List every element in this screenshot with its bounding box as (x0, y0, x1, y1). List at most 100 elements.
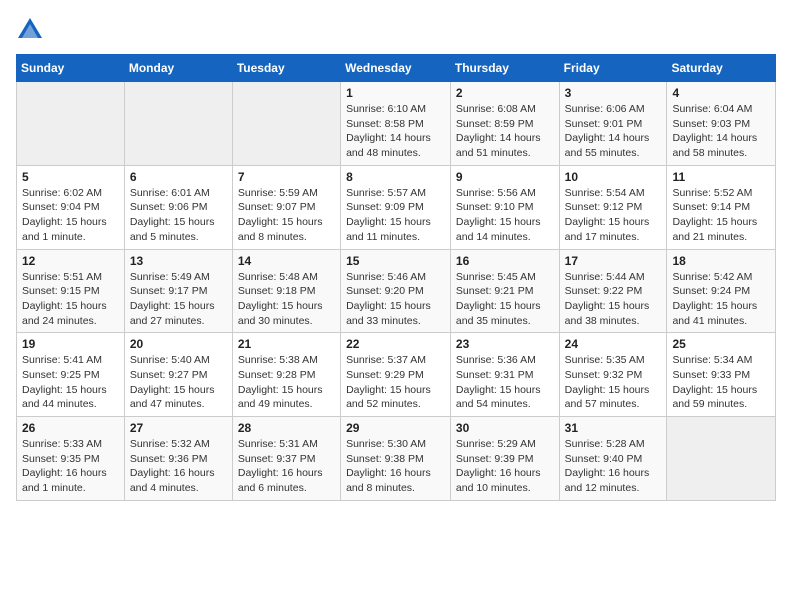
day-number: 5 (22, 170, 119, 184)
header-thursday: Thursday (450, 55, 559, 82)
day-number: 14 (238, 254, 335, 268)
calendar-cell: 24 Sunrise: 5:35 AMSunset: 9:32 PMDayligh… (559, 333, 667, 417)
day-number: 26 (22, 421, 119, 435)
calendar-cell: 14 Sunrise: 5:48 AMSunset: 9:18 PMDayligh… (232, 249, 340, 333)
day-number: 28 (238, 421, 335, 435)
day-info: Sunrise: 6:02 AMSunset: 9:04 PMDaylight:… (22, 186, 119, 245)
calendar-cell: 23 Sunrise: 5:36 AMSunset: 9:31 PMDayligh… (450, 333, 559, 417)
calendar-cell: 8 Sunrise: 5:57 AMSunset: 9:09 PMDaylight… (341, 165, 451, 249)
calendar-week-4: 19 Sunrise: 5:41 AMSunset: 9:25 PMDayligh… (17, 333, 776, 417)
day-info: Sunrise: 5:56 AMSunset: 9:10 PMDaylight:… (456, 186, 554, 245)
calendar-cell: 17 Sunrise: 5:44 AMSunset: 9:22 PMDayligh… (559, 249, 667, 333)
day-number: 27 (130, 421, 227, 435)
calendar-cell: 20Sunrise: 5:40 AMSunset: 9:27 PMDayligh… (124, 333, 232, 417)
calendar-cell: 12 Sunrise: 5:51 AMSunset: 9:15 PMDayligh… (17, 249, 125, 333)
day-number: 30 (456, 421, 554, 435)
day-info: Sunrise: 5:52 AMSunset: 9:14 PMDaylight:… (672, 186, 770, 245)
calendar-cell: 26 Sunrise: 5:33 AMSunset: 9:35 PMDayligh… (17, 417, 125, 501)
day-info: Sunrise: 5:54 AMSunset: 9:12 PMDaylight:… (565, 186, 662, 245)
day-info: Sunrise: 5:31 AMSunset: 9:37 PMDaylight:… (238, 437, 335, 496)
page-header (16, 16, 776, 44)
day-info: Sunrise: 6:01 AMSunset: 9:06 PMDaylight:… (130, 186, 227, 245)
calendar-cell: 18Sunrise: 5:42 AMSunset: 9:24 PMDayligh… (667, 249, 776, 333)
calendar-cell: 31 Sunrise: 5:28 AMSunset: 9:40 PMDayligh… (559, 417, 667, 501)
day-info: Sunrise: 5:51 AMSunset: 9:15 PMDaylight:… (22, 270, 119, 329)
calendar-cell: 4 Sunrise: 6:04 AMSunset: 9:03 PMDaylight… (667, 82, 776, 166)
calendar-week-2: 5 Sunrise: 6:02 AMSunset: 9:04 PMDaylight… (17, 165, 776, 249)
calendar-cell: 3 Sunrise: 6:06 AMSunset: 9:01 PMDaylight… (559, 82, 667, 166)
day-number: 15 (346, 254, 445, 268)
calendar-cell: 7 Sunrise: 5:59 AMSunset: 9:07 PMDaylight… (232, 165, 340, 249)
header-monday: Monday (124, 55, 232, 82)
calendar-cell: 22Sunrise: 5:37 AMSunset: 9:29 PMDayligh… (341, 333, 451, 417)
calendar-cell: 28 Sunrise: 5:31 AMSunset: 9:37 PMDayligh… (232, 417, 340, 501)
day-info: Sunrise: 5:30 AMSunset: 9:38 PMDaylight:… (346, 437, 445, 496)
day-number: 24 (565, 337, 662, 351)
day-number: 11 (672, 170, 770, 184)
day-number: 12 (22, 254, 119, 268)
day-number: 19 (22, 337, 119, 351)
day-number: 29 (346, 421, 445, 435)
day-info: Sunrise: 5:45 AMSunset: 9:21 PMDaylight:… (456, 270, 554, 329)
header-sunday: Sunday (17, 55, 125, 82)
logo (16, 16, 48, 44)
day-info: Sunrise: 5:59 AMSunset: 9:07 PMDaylight:… (238, 186, 335, 245)
calendar-header-row: SundayMondayTuesdayWednesdayThursdayFrid… (17, 55, 776, 82)
day-number: 9 (456, 170, 554, 184)
calendar-cell: 13Sunrise: 5:49 AMSunset: 9:17 PMDayligh… (124, 249, 232, 333)
day-info: Sunrise: 6:04 AMSunset: 9:03 PMDaylight:… (672, 102, 770, 161)
day-info: Sunrise: 5:28 AMSunset: 9:40 PMDaylight:… (565, 437, 662, 496)
calendar-cell: 27 Sunrise: 5:32 AMSunset: 9:36 PMDayligh… (124, 417, 232, 501)
calendar-cell: 19 Sunrise: 5:41 AMSunset: 9:25 PMDayligh… (17, 333, 125, 417)
calendar-cell (232, 82, 340, 166)
day-number: 8 (346, 170, 445, 184)
calendar-table: SundayMondayTuesdayWednesdayThursdayFrid… (16, 54, 776, 501)
day-number: 21 (238, 337, 335, 351)
day-number: 4 (672, 86, 770, 100)
day-info: Sunrise: 5:48 AMSunset: 9:18 PMDaylight:… (238, 270, 335, 329)
calendar-week-5: 26 Sunrise: 5:33 AMSunset: 9:35 PMDayligh… (17, 417, 776, 501)
day-number: 17 (565, 254, 662, 268)
calendar-cell: 30 Sunrise: 5:29 AMSunset: 9:39 PMDayligh… (450, 417, 559, 501)
day-number: 13 (130, 254, 227, 268)
calendar-cell: 5 Sunrise: 6:02 AMSunset: 9:04 PMDaylight… (17, 165, 125, 249)
day-info: Sunrise: 5:57 AMSunset: 9:09 PMDaylight:… (346, 186, 445, 245)
calendar-cell: 10Sunrise: 5:54 AMSunset: 9:12 PMDayligh… (559, 165, 667, 249)
header-friday: Friday (559, 55, 667, 82)
day-info: Sunrise: 6:10 AMSunset: 8:58 PMDaylight:… (346, 102, 445, 161)
day-info: Sunrise: 5:41 AMSunset: 9:25 PMDaylight:… (22, 353, 119, 412)
day-number: 6 (130, 170, 227, 184)
day-number: 23 (456, 337, 554, 351)
calendar-cell: 6 Sunrise: 6:01 AMSunset: 9:06 PMDaylight… (124, 165, 232, 249)
calendar-cell: 9 Sunrise: 5:56 AMSunset: 9:10 PMDaylight… (450, 165, 559, 249)
calendar-cell (124, 82, 232, 166)
calendar-week-1: 1 Sunrise: 6:10 AMSunset: 8:58 PMDaylight… (17, 82, 776, 166)
day-number: 18 (672, 254, 770, 268)
day-info: Sunrise: 5:35 AMSunset: 9:32 PMDaylight:… (565, 353, 662, 412)
day-info: Sunrise: 5:38 AMSunset: 9:28 PMDaylight:… (238, 353, 335, 412)
day-number: 1 (346, 86, 445, 100)
day-number: 3 (565, 86, 662, 100)
calendar-cell: 1 Sunrise: 6:10 AMSunset: 8:58 PMDaylight… (341, 82, 451, 166)
day-info: Sunrise: 5:36 AMSunset: 9:31 PMDaylight:… (456, 353, 554, 412)
calendar-cell (667, 417, 776, 501)
day-info: Sunrise: 5:44 AMSunset: 9:22 PMDaylight:… (565, 270, 662, 329)
day-info: Sunrise: 6:06 AMSunset: 9:01 PMDaylight:… (565, 102, 662, 161)
header-wednesday: Wednesday (341, 55, 451, 82)
calendar-cell: 29 Sunrise: 5:30 AMSunset: 9:38 PMDayligh… (341, 417, 451, 501)
day-info: Sunrise: 5:33 AMSunset: 9:35 PMDaylight:… (22, 437, 119, 496)
logo-icon (16, 16, 44, 44)
day-info: Sunrise: 6:08 AMSunset: 8:59 PMDaylight:… (456, 102, 554, 161)
header-tuesday: Tuesday (232, 55, 340, 82)
day-info: Sunrise: 5:32 AMSunset: 9:36 PMDaylight:… (130, 437, 227, 496)
calendar-cell: 21 Sunrise: 5:38 AMSunset: 9:28 PMDayligh… (232, 333, 340, 417)
day-info: Sunrise: 5:46 AMSunset: 9:20 PMDaylight:… (346, 270, 445, 329)
day-number: 31 (565, 421, 662, 435)
calendar-week-3: 12 Sunrise: 5:51 AMSunset: 9:15 PMDayligh… (17, 249, 776, 333)
calendar-cell: 16Sunrise: 5:45 AMSunset: 9:21 PMDayligh… (450, 249, 559, 333)
day-info: Sunrise: 5:29 AMSunset: 9:39 PMDaylight:… (456, 437, 554, 496)
calendar-cell: 11 Sunrise: 5:52 AMSunset: 9:14 PMDayligh… (667, 165, 776, 249)
day-number: 22 (346, 337, 445, 351)
header-saturday: Saturday (667, 55, 776, 82)
day-number: 7 (238, 170, 335, 184)
